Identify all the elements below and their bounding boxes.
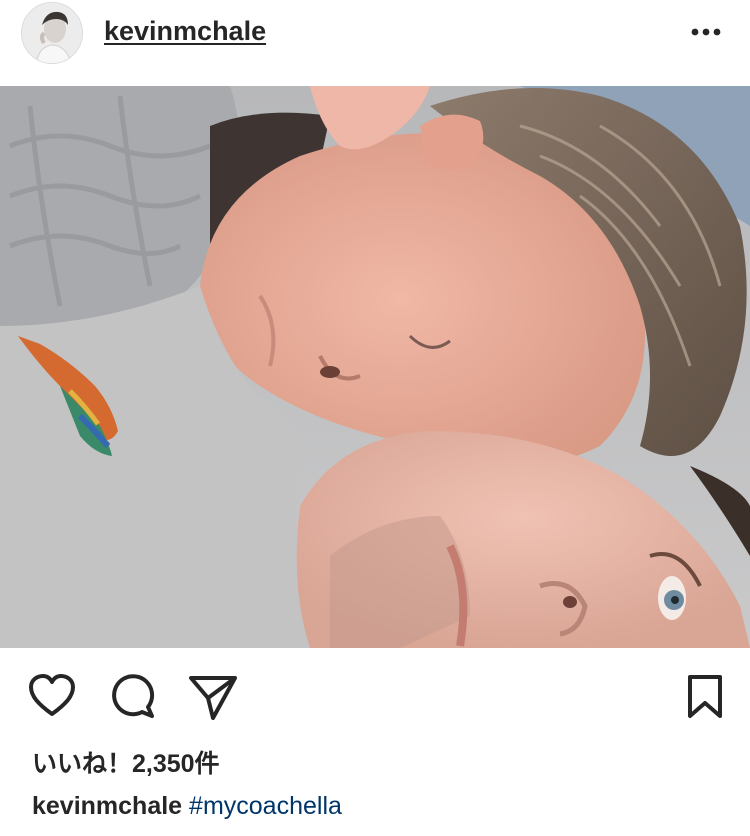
photo-image <box>0 86 750 648</box>
profile-avatar[interactable] <box>21 2 83 64</box>
comment-icon[interactable] <box>108 672 156 725</box>
post-photo[interactable] <box>0 86 750 648</box>
bookmark-icon[interactable] <box>686 674 724 725</box>
more-options-icon[interactable] <box>686 20 726 44</box>
avatar-image <box>22 3 82 63</box>
post-caption: kevinmchale #mycoachella <box>32 792 342 821</box>
paper-plane-icon[interactable] <box>188 674 238 725</box>
heart-icon[interactable] <box>28 674 76 723</box>
caption-username[interactable]: kevinmchale <box>32 792 182 820</box>
post-header: kevinmchale <box>0 0 750 86</box>
caption-hashtag[interactable]: #mycoachella <box>189 792 342 820</box>
post-username[interactable]: kevinmchale <box>104 16 266 47</box>
likes-count[interactable]: いいね！2,350件 <box>32 744 220 780</box>
post-actions <box>0 648 750 748</box>
